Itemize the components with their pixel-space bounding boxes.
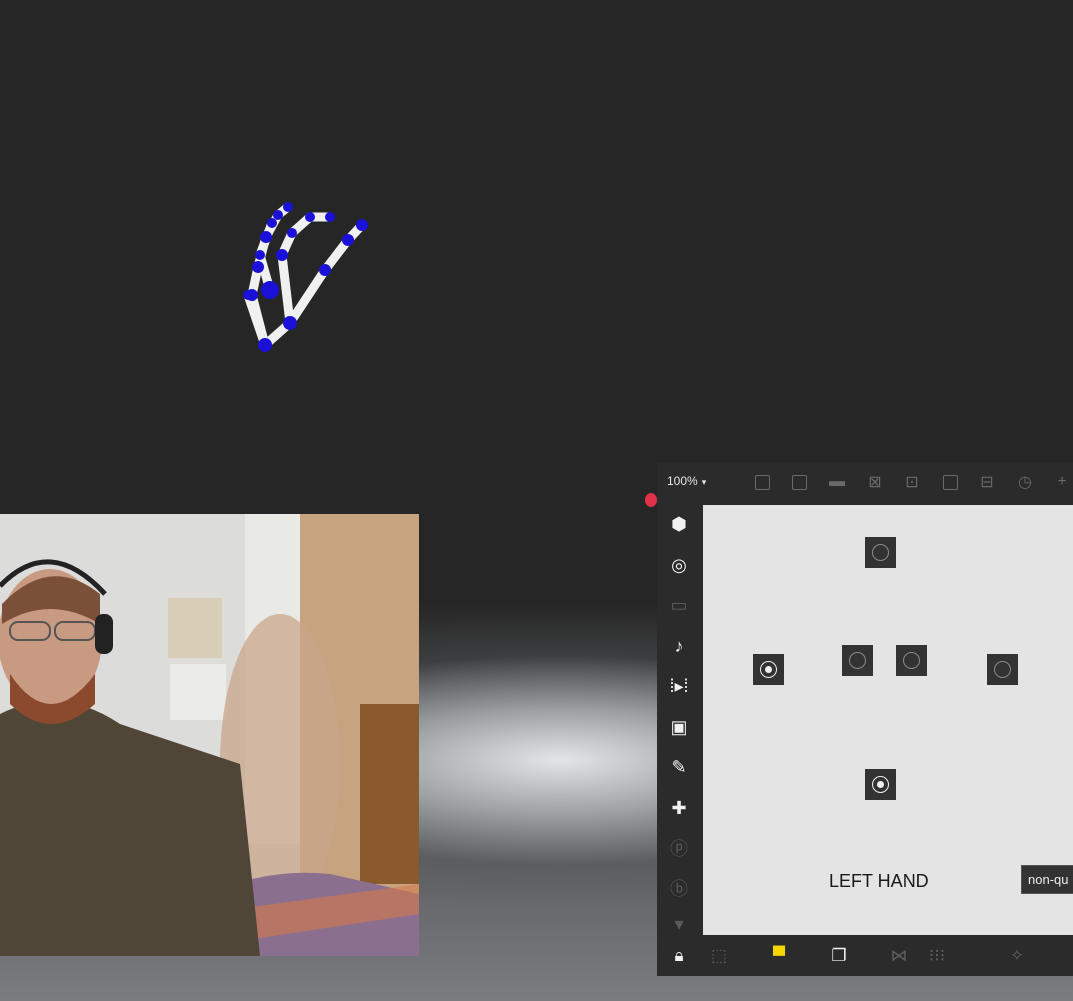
split-icon[interactable]: ⊟ <box>977 472 997 492</box>
grid-snap-icon[interactable]: ⋈ <box>887 944 911 968</box>
bang-top[interactable] <box>865 537 896 568</box>
add-icon[interactable]: + <box>1052 472 1072 492</box>
patcher-canvas[interactable]: LEFT HAND non-qu <box>703 505 1073 935</box>
bang-right[interactable] <box>987 654 1018 685</box>
comment-icon[interactable]: ▬ <box>827 472 847 492</box>
bottom-toolbar: 🔒︎ ⬚ ▀ ❐ ⋈ ⁝⁝⁝ ✧ <box>657 936 1073 976</box>
webcam-feed <box>0 514 419 956</box>
toggle-left[interactable] <box>753 654 784 685</box>
chevron-down-icon: ▾ <box>701 477 707 487</box>
toggle-bottom[interactable] <box>865 769 896 800</box>
inspector-icon[interactable]: ⊡ <box>902 472 922 492</box>
wand-icon[interactable]: ✧ <box>1005 944 1029 968</box>
music-note-icon[interactable]: ♪ <box>667 634 691 658</box>
patcher-window: 100% ▾ ▬ ⊠ ⊡ ⊟ ◷ + ⬢ ◎ ▭ ♪ ⁞▸⁞ ▣ ✎ ✚ ⓟ ⓑ … <box>657 462 1073 976</box>
grid-icon[interactable] <box>752 472 772 492</box>
presentation-icon[interactable] <box>789 472 809 492</box>
left-sidebar: ⬢ ◎ ▭ ♪ ⁞▸⁞ ▣ ✎ ✚ ⓟ ⓑ ▾ <box>657 502 701 936</box>
comment-label: LEFT HAND <box>829 871 929 891</box>
image-icon[interactable]: ▣ <box>667 715 691 739</box>
objects-icon[interactable]: ⬢ <box>667 512 691 536</box>
top-toolbar: 100% ▾ ▬ ⊠ ⊡ ⊟ ◷ + <box>657 462 1073 502</box>
p-icon[interactable]: ⓟ <box>667 836 691 860</box>
zoom-value: 100% <box>667 474 698 488</box>
help-icon[interactable]: ◷ <box>1015 472 1035 492</box>
bang-center-left[interactable] <box>842 645 873 676</box>
presentation-icon[interactable]: ▀ <box>767 944 791 968</box>
plugin-icon[interactable]: ✚ <box>667 796 691 820</box>
b-icon[interactable]: ⓑ <box>667 876 691 900</box>
select-icon[interactable]: ⬚ <box>707 944 731 968</box>
more-icon[interactable]: ▾ <box>667 912 691 936</box>
record-indicator <box>645 493 657 507</box>
lock-icon[interactable]: 🔒︎ <box>667 944 691 968</box>
message-box[interactable]: non-qu <box>1021 865 1073 894</box>
layers-icon[interactable]: ❐ <box>827 944 851 968</box>
paperclip-icon[interactable]: ✎ <box>667 755 691 779</box>
zoom-menu[interactable]: 100% ▾ <box>667 474 706 488</box>
close-box-icon[interactable]: ⊠ <box>865 472 885 492</box>
grid-icon[interactable]: ⁝⁝⁝ <box>925 944 949 968</box>
hand-skeleton-model <box>243 202 368 352</box>
bang-center-right[interactable] <box>896 645 927 676</box>
playback-icon[interactable]: ⁞▸⁞ <box>667 674 691 698</box>
send-icon[interactable] <box>940 472 960 492</box>
target-icon[interactable]: ◎ <box>667 553 691 577</box>
bpatcher-icon[interactable]: ▭ <box>667 593 691 617</box>
